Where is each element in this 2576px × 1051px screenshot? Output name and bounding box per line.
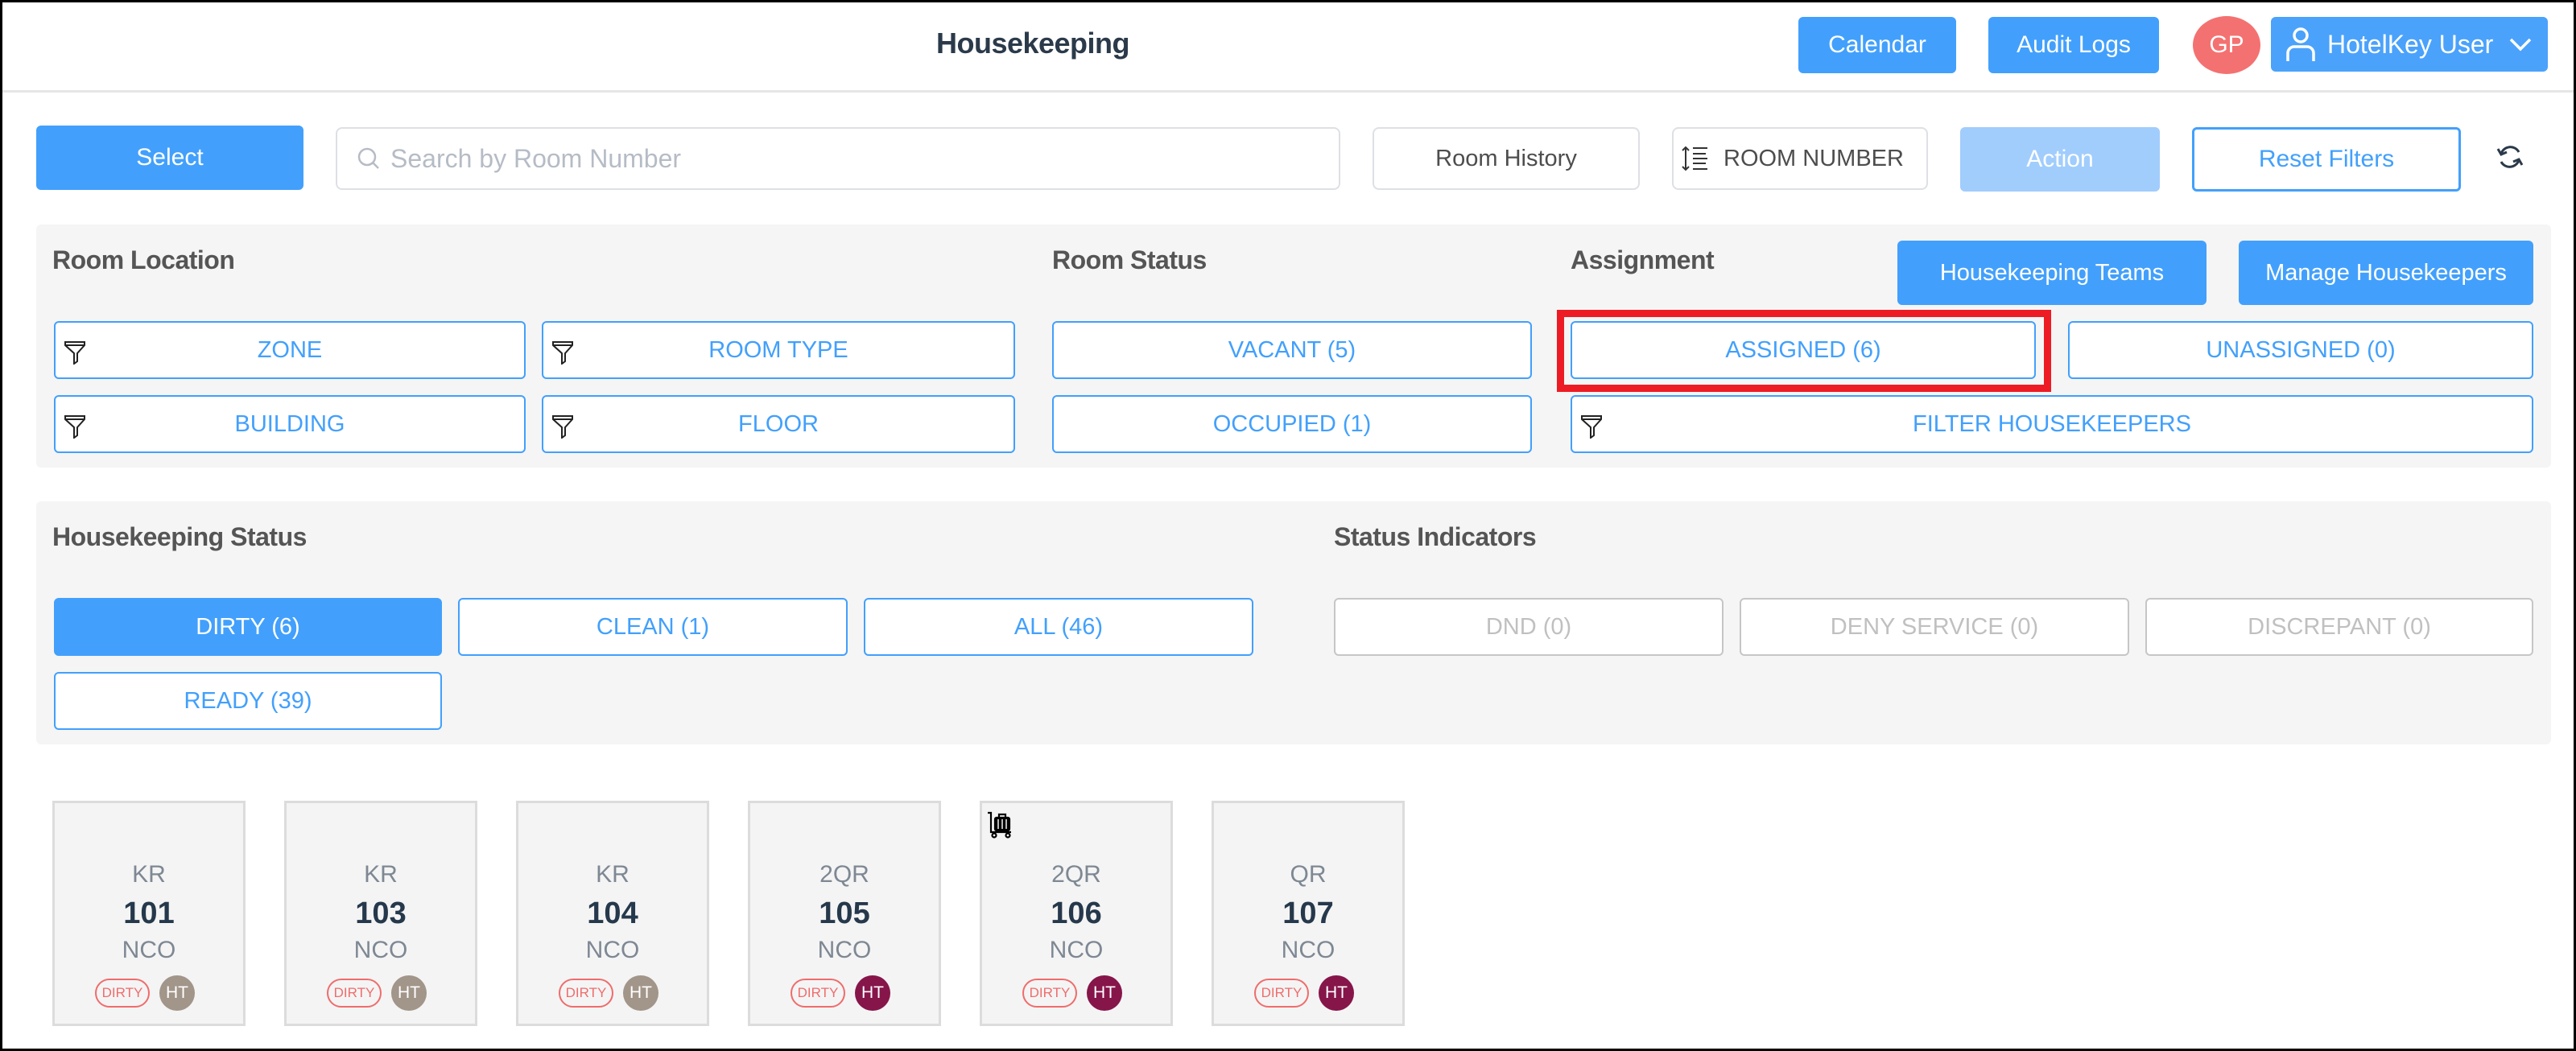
unassigned-filter-button[interactable]: UNASSIGNED (0) [2068, 321, 2533, 379]
luggage-cart-icon [988, 811, 1011, 839]
room-type: KR [364, 861, 398, 888]
hk-status-badge: DIRTY [327, 979, 382, 1008]
sort-label: ROOM NUMBER [1724, 145, 1904, 171]
room-type-filter-label: ROOM TYPE [708, 336, 848, 363]
avatar[interactable]: GP [2193, 16, 2260, 74]
room-type: 2QR [1051, 861, 1101, 888]
filter-icon [64, 341, 85, 365]
filter-housekeepers-label: FILTER HOUSEKEEPERS [1913, 410, 2191, 437]
sort-icon [1682, 146, 1707, 171]
zone-filter-button[interactable]: ZONE [54, 321, 526, 379]
room-card[interactable]: KR 103 NCO DIRTY HT [284, 801, 477, 1026]
action-button[interactable]: Action [1960, 127, 2160, 192]
housekeeper-avatar[interactable]: HT [1087, 975, 1122, 1011]
room-status-title: Room Status [1052, 245, 1207, 274]
hk-status-badge: DIRTY [1022, 979, 1077, 1008]
room-card[interactable]: QR 107 NCO DIRTY HT [1212, 801, 1405, 1026]
filter-icon [64, 415, 85, 439]
sort-by-button[interactable]: ROOM NUMBER [1672, 127, 1928, 190]
floor-filter-button[interactable]: FLOOR [542, 395, 1015, 453]
room-number: 105 [819, 896, 870, 930]
room-occupancy-status: NCO [122, 937, 176, 963]
assigned-filter-button[interactable]: ASSIGNED (6) [1571, 321, 2036, 379]
room-history-button[interactable]: Room History [1373, 127, 1640, 190]
room-card[interactable]: KR 104 NCO DIRTY HT [516, 801, 709, 1026]
deny-service-filter-button[interactable]: DENY SERVICE (0) [1740, 598, 2129, 656]
filter-icon [552, 415, 573, 439]
occupied-filter-button[interactable]: OCCUPIED (1) [1052, 395, 1532, 453]
room-type: KR [132, 861, 166, 888]
room-number: 103 [355, 896, 407, 930]
room-number: 107 [1282, 896, 1334, 930]
reset-filters-button[interactable]: Reset Filters [2192, 127, 2461, 192]
hk-status-badge: DIRTY [1254, 979, 1309, 1008]
room-occupancy-status: NCO [817, 937, 872, 963]
filter-icon [1581, 415, 1602, 439]
status-indicators-title: Status Indicators [1334, 522, 1537, 551]
assignment-title: Assignment [1571, 245, 1715, 274]
housekeeper-avatar[interactable]: HT [391, 975, 427, 1011]
refresh-icon[interactable] [2496, 142, 2524, 171]
audit-logs-button[interactable]: Audit Logs [1988, 17, 2159, 73]
housekeeping-page: Housekeeping Calendar Audit Logs GP Hote… [2, 2, 2574, 1049]
user-name: HotelKey User [2327, 29, 2494, 59]
housekeeper-avatar[interactable]: HT [159, 975, 195, 1011]
room-badges: DIRTY HT [982, 975, 1170, 1011]
header-bar: Housekeeping Calendar Audit Logs GP Hote… [2, 2, 2574, 93]
hk-status-badge: DIRTY [95, 979, 150, 1008]
room-occupancy-status: NCO [585, 937, 640, 963]
housekeeper-avatar[interactable]: HT [855, 975, 890, 1011]
housekeeping-teams-button[interactable]: Housekeeping Teams [1897, 241, 2207, 305]
filter-housekeepers-button[interactable]: FILTER HOUSEKEEPERS [1571, 395, 2533, 453]
room-type-filter-button[interactable]: ROOM TYPE [542, 321, 1015, 379]
room-occupancy-status: NCO [1049, 937, 1104, 963]
room-type: QR [1290, 861, 1327, 888]
all-filter-button[interactable]: ALL (46) [864, 598, 1253, 656]
room-location-title: Room Location [52, 245, 235, 274]
filter-icon [552, 341, 573, 365]
housekeeping-status-title: Housekeeping Status [52, 522, 307, 551]
room-badges: DIRTY HT [750, 975, 939, 1011]
search-placeholder: Search by Room Number [390, 143, 682, 173]
housekeeper-avatar[interactable]: HT [623, 975, 658, 1011]
filters-panel-bottom: Housekeeping Status Status Indicators DI… [36, 501, 2551, 744]
vacant-filter-button[interactable]: VACANT (5) [1052, 321, 1532, 379]
page-title: Housekeeping [935, 27, 1130, 60]
dirty-filter-button[interactable]: DIRTY (6) [54, 598, 442, 656]
floor-filter-label: FLOOR [738, 410, 819, 437]
clean-filter-button[interactable]: CLEAN (1) [458, 598, 848, 656]
user-menu-dropdown[interactable]: HotelKey User [2271, 17, 2548, 72]
room-number: 101 [123, 896, 175, 930]
select-button[interactable]: Select [36, 126, 303, 190]
room-badges: DIRTY HT [287, 975, 475, 1011]
room-card[interactable]: KR 101 NCO DIRTY HT [52, 801, 246, 1026]
ready-filter-button[interactable]: READY (39) [54, 672, 442, 730]
zone-filter-label: ZONE [257, 336, 323, 363]
hk-status-badge: DIRTY [791, 979, 845, 1008]
building-filter-button[interactable]: BUILDING [54, 395, 526, 453]
building-filter-label: BUILDING [234, 410, 345, 437]
chevron-down-icon [2510, 38, 2532, 52]
filters-panel-top: Room Location Room Status Assignment Hou… [36, 225, 2551, 468]
calendar-button[interactable]: Calendar [1798, 17, 1956, 73]
hk-status-badge: DIRTY [559, 979, 613, 1008]
search-icon [357, 147, 379, 169]
housekeeper-avatar[interactable]: HT [1319, 975, 1354, 1011]
dnd-filter-button[interactable]: DND (0) [1334, 598, 1724, 656]
room-number: 104 [587, 896, 638, 930]
discrepant-filter-button[interactable]: DISCREPANT (0) [2145, 598, 2533, 656]
room-badges: DIRTY HT [1214, 975, 1402, 1011]
search-input[interactable]: Search by Room Number [336, 127, 1340, 190]
room-badges: DIRTY HT [55, 975, 243, 1011]
room-number: 106 [1051, 896, 1102, 930]
manage-housekeepers-button[interactable]: Manage Housekeepers [2239, 241, 2533, 305]
room-type: 2QR [819, 861, 869, 888]
room-type: KR [596, 861, 630, 888]
room-occupancy-status: NCO [353, 937, 408, 963]
room-occupancy-status: NCO [1281, 937, 1335, 963]
room-card[interactable]: 2QR 106 NCO DIRTY HT [980, 801, 1173, 1026]
room-card[interactable]: 2QR 105 NCO DIRTY HT [748, 801, 941, 1026]
user-icon [2286, 27, 2315, 61]
room-badges: DIRTY HT [518, 975, 707, 1011]
